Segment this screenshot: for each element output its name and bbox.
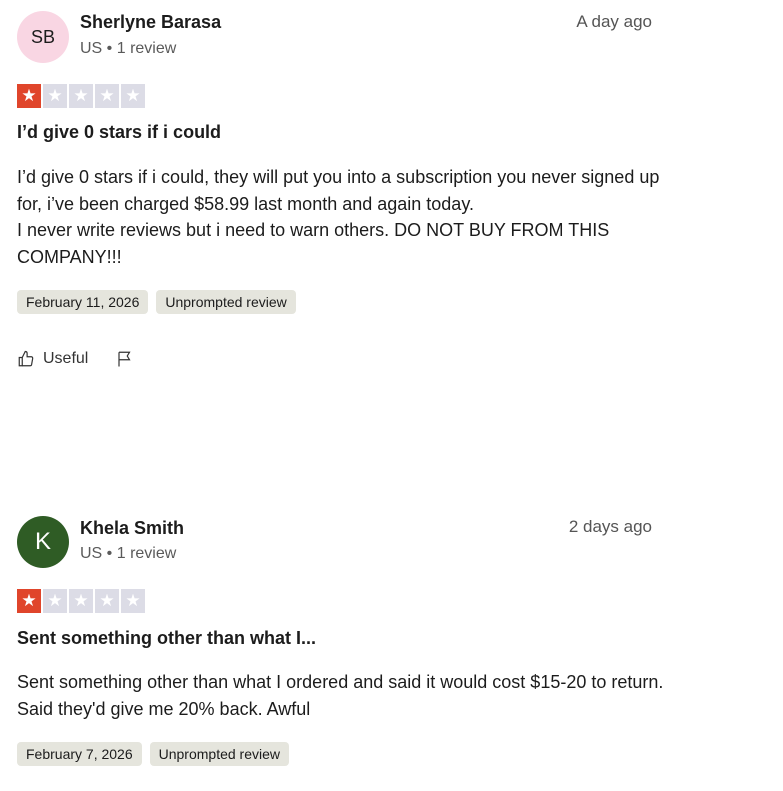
avatar-initials: K [34,528,51,555]
review-date-chip: February 11, 2026 [17,290,149,314]
review-body: Sent something other than what I ordered… [17,669,667,722]
review-body-paragraph: Sent something other than what I ordered… [17,672,664,719]
star-icon: ★ [43,589,67,613]
review-time-ago: A day ago [576,12,652,31]
review-chips: February 11, 2026 Unprompted review [17,290,296,314]
unprompted-review-chip[interactable]: Unprompted review [149,742,290,766]
star-icon: ★ [121,589,145,613]
review-title[interactable]: I’d give 0 stars if i could [17,122,221,143]
avatar[interactable]: SB [17,11,69,63]
star-rating: ★ ★ ★ ★ ★ [17,589,145,613]
reviewer-meta: US • 1 review [80,545,177,562]
star-rating: ★ ★ ★ ★ ★ [17,84,145,108]
thumbs-up-icon [18,350,34,367]
reviewer-name[interactable]: Sherlyne Barasa [80,12,221,33]
review-date-chip: February 7, 2026 [17,742,142,766]
star-icon: ★ [43,84,67,108]
reviewer-name[interactable]: Khela Smith [80,518,184,539]
unprompted-review-chip[interactable]: Unprompted review [156,290,296,314]
avatar[interactable]: K [17,516,69,568]
review-body-paragraph: I’d give 0 stars if i could, they will p… [17,167,660,214]
star-icon: ★ [121,84,145,108]
useful-button[interactable]: Useful [17,350,88,368]
star-icon: ★ [69,589,93,613]
review-actions: Useful [17,350,134,368]
review-chips: February 7, 2026 Unprompted review [17,742,290,766]
star-icon: ★ [95,84,119,108]
review-body-paragraph: I never write reviews but i need to warn… [17,220,610,267]
avatar-initials: SB [30,26,55,47]
star-icon: ★ [95,589,119,613]
star-icon: ★ [69,84,93,108]
useful-label: Useful [43,350,89,367]
review-body: I’d give 0 stars if i could, they will p… [17,164,667,270]
flag-icon[interactable] [116,350,134,368]
review-title[interactable]: Sent something other than what I... [17,628,316,649]
reviewer-meta: US • 1 review [80,40,177,57]
star-icon: ★ [17,589,41,613]
review-time-ago: 2 days ago [568,517,652,536]
star-icon: ★ [17,84,41,108]
